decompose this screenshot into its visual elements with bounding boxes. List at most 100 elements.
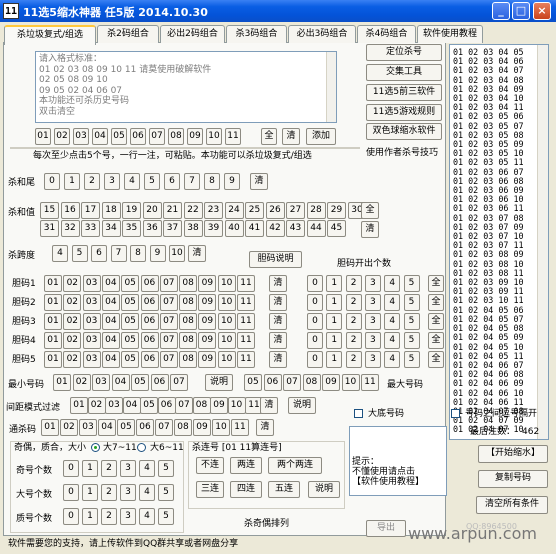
kill-clear-button[interactable]: 清 <box>256 419 274 436</box>
min-01[interactable]: 01 <box>53 374 71 391</box>
consec-row2-1[interactable]: 三连 <box>196 481 224 498</box>
minimize-button[interactable]: _ <box>492 2 510 20</box>
gall5-10[interactable]: 10 <box>217 351 236 368</box>
radio-big-7-11[interactable] <box>91 443 100 452</box>
tail-4[interactable]: 4 <box>124 173 140 190</box>
kill-01[interactable]: 01 <box>41 419 59 436</box>
gall1-count-0[interactable]: 0 <box>307 275 323 292</box>
max-11[interactable]: 11 <box>361 374 379 391</box>
gall5-08[interactable]: 08 <box>179 351 198 368</box>
gall5-count-2[interactable]: 2 <box>345 351 362 368</box>
gall5-04[interactable]: 04 <box>101 351 120 368</box>
tool-button-5[interactable]: 双色球缩水软件 <box>366 123 442 140</box>
gall1-count-4[interactable]: 4 <box>384 275 401 292</box>
tail-8[interactable]: 8 <box>204 173 220 190</box>
span-6[interactable]: 6 <box>91 245 107 262</box>
gall3-clear-button[interactable]: 清 <box>269 313 287 330</box>
tail-2[interactable]: 2 <box>84 173 100 190</box>
min-05[interactable]: 05 <box>131 374 149 391</box>
gall1-09[interactable]: 09 <box>198 275 217 292</box>
max-08[interactable]: 08 <box>302 374 321 391</box>
gall2-02[interactable]: 02 <box>63 294 82 311</box>
sum-all-button[interactable]: 全 <box>361 202 379 219</box>
gall1-04[interactable]: 04 <box>101 275 120 292</box>
gall2-clear-button[interactable]: 清 <box>269 294 287 311</box>
sum-18[interactable]: 18 <box>101 202 121 219</box>
parity2-5[interactable]: 5 <box>158 484 174 501</box>
sum-23[interactable]: 23 <box>204 202 223 219</box>
gall4-04[interactable]: 04 <box>101 332 120 349</box>
sum-42[interactable]: 42 <box>265 220 285 237</box>
gall5-clear-button[interactable]: 清 <box>269 351 287 368</box>
sum-39[interactable]: 39 <box>204 220 223 237</box>
gap-08[interactable]: 08 <box>192 397 211 414</box>
sum-45[interactable]: 45 <box>327 220 346 237</box>
pick-11[interactable]: 11 <box>225 128 241 145</box>
gall3-count-0[interactable]: 0 <box>307 313 323 330</box>
gall2-05[interactable]: 05 <box>121 294 140 311</box>
span-8[interactable]: 8 <box>130 245 146 262</box>
gall2-01[interactable]: 01 <box>44 294 62 311</box>
tail-7[interactable]: 7 <box>184 173 200 190</box>
gall2-count-1[interactable]: 1 <box>326 294 343 311</box>
sum-37[interactable]: 37 <box>163 220 182 237</box>
tail-9[interactable]: 9 <box>224 173 240 190</box>
parity2-0[interactable]: 0 <box>63 484 79 501</box>
parity1-5[interactable]: 5 <box>158 460 174 477</box>
sum-34[interactable]: 34 <box>101 220 121 237</box>
gall2-count-5[interactable]: 5 <box>403 294 420 311</box>
parity3-3[interactable]: 3 <box>120 508 136 525</box>
export-button[interactable]: 导出 <box>366 520 406 537</box>
max-05[interactable]: 05 <box>244 374 262 391</box>
max-10[interactable]: 10 <box>341 374 360 391</box>
separator-checkbox[interactable] <box>451 409 460 418</box>
gall1-count-3[interactable]: 3 <box>364 275 381 292</box>
span-4[interactable]: 4 <box>52 245 68 262</box>
gall2-03[interactable]: 03 <box>82 294 101 311</box>
parity2-2[interactable]: 2 <box>101 484 117 501</box>
parity2-4[interactable]: 4 <box>139 484 155 501</box>
gap-02[interactable]: 02 <box>87 397 106 414</box>
gall2-06[interactable]: 06 <box>140 294 159 311</box>
kill-08[interactable]: 08 <box>174 419 192 436</box>
gall2-07[interactable]: 07 <box>159 294 178 311</box>
gall4-11[interactable]: 11 <box>237 332 255 349</box>
gall4-10[interactable]: 10 <box>217 332 236 349</box>
gall2-08[interactable]: 08 <box>179 294 198 311</box>
sum-31[interactable]: 31 <box>40 220 59 237</box>
gall1-03[interactable]: 03 <box>82 275 101 292</box>
pick-all-button[interactable]: 全 <box>261 128 277 145</box>
pick-03[interactable]: 03 <box>73 128 89 145</box>
tab-1[interactable]: 杀垃圾复式/组选 <box>4 25 96 45</box>
gall3-07[interactable]: 07 <box>159 313 178 330</box>
span-7[interactable]: 7 <box>110 245 127 262</box>
consec-row2-2[interactable]: 四连 <box>230 481 262 498</box>
tool-button-3[interactable]: 11选5前三软件 <box>366 84 442 101</box>
gall1-count-5[interactable]: 5 <box>403 275 420 292</box>
min-03[interactable]: 03 <box>92 374 110 391</box>
gall1-06[interactable]: 06 <box>140 275 159 292</box>
consec-row2-3[interactable]: 五连 <box>268 481 300 498</box>
sum-24[interactable]: 24 <box>224 202 244 219</box>
kill-03[interactable]: 03 <box>79 419 97 436</box>
gall2-all-button[interactable]: 全 <box>428 294 444 311</box>
textarea-scrollbar[interactable] <box>326 52 336 122</box>
gall1-11[interactable]: 11 <box>237 275 255 292</box>
span-clear-button[interactable]: 清 <box>188 245 206 262</box>
gall2-11[interactable]: 11 <box>237 294 255 311</box>
gap-05[interactable]: 05 <box>140 397 158 414</box>
sum-40[interactable]: 40 <box>224 220 244 237</box>
min-explain-button[interactable]: 说明 <box>205 374 233 391</box>
gall5-count-5[interactable]: 5 <box>403 351 420 368</box>
sum-35[interactable]: 35 <box>122 220 141 237</box>
gall3-05[interactable]: 05 <box>121 313 140 330</box>
parity2-1[interactable]: 1 <box>82 484 98 501</box>
gap-06[interactable]: 06 <box>157 397 176 414</box>
gall2-count-0[interactable]: 0 <box>307 294 323 311</box>
gall5-06[interactable]: 06 <box>140 351 159 368</box>
gall2-count-4[interactable]: 4 <box>384 294 401 311</box>
gall1-10[interactable]: 10 <box>217 275 236 292</box>
pick-08[interactable]: 08 <box>168 128 184 145</box>
min-07[interactable]: 07 <box>170 374 188 391</box>
gall1-08[interactable]: 08 <box>179 275 198 292</box>
